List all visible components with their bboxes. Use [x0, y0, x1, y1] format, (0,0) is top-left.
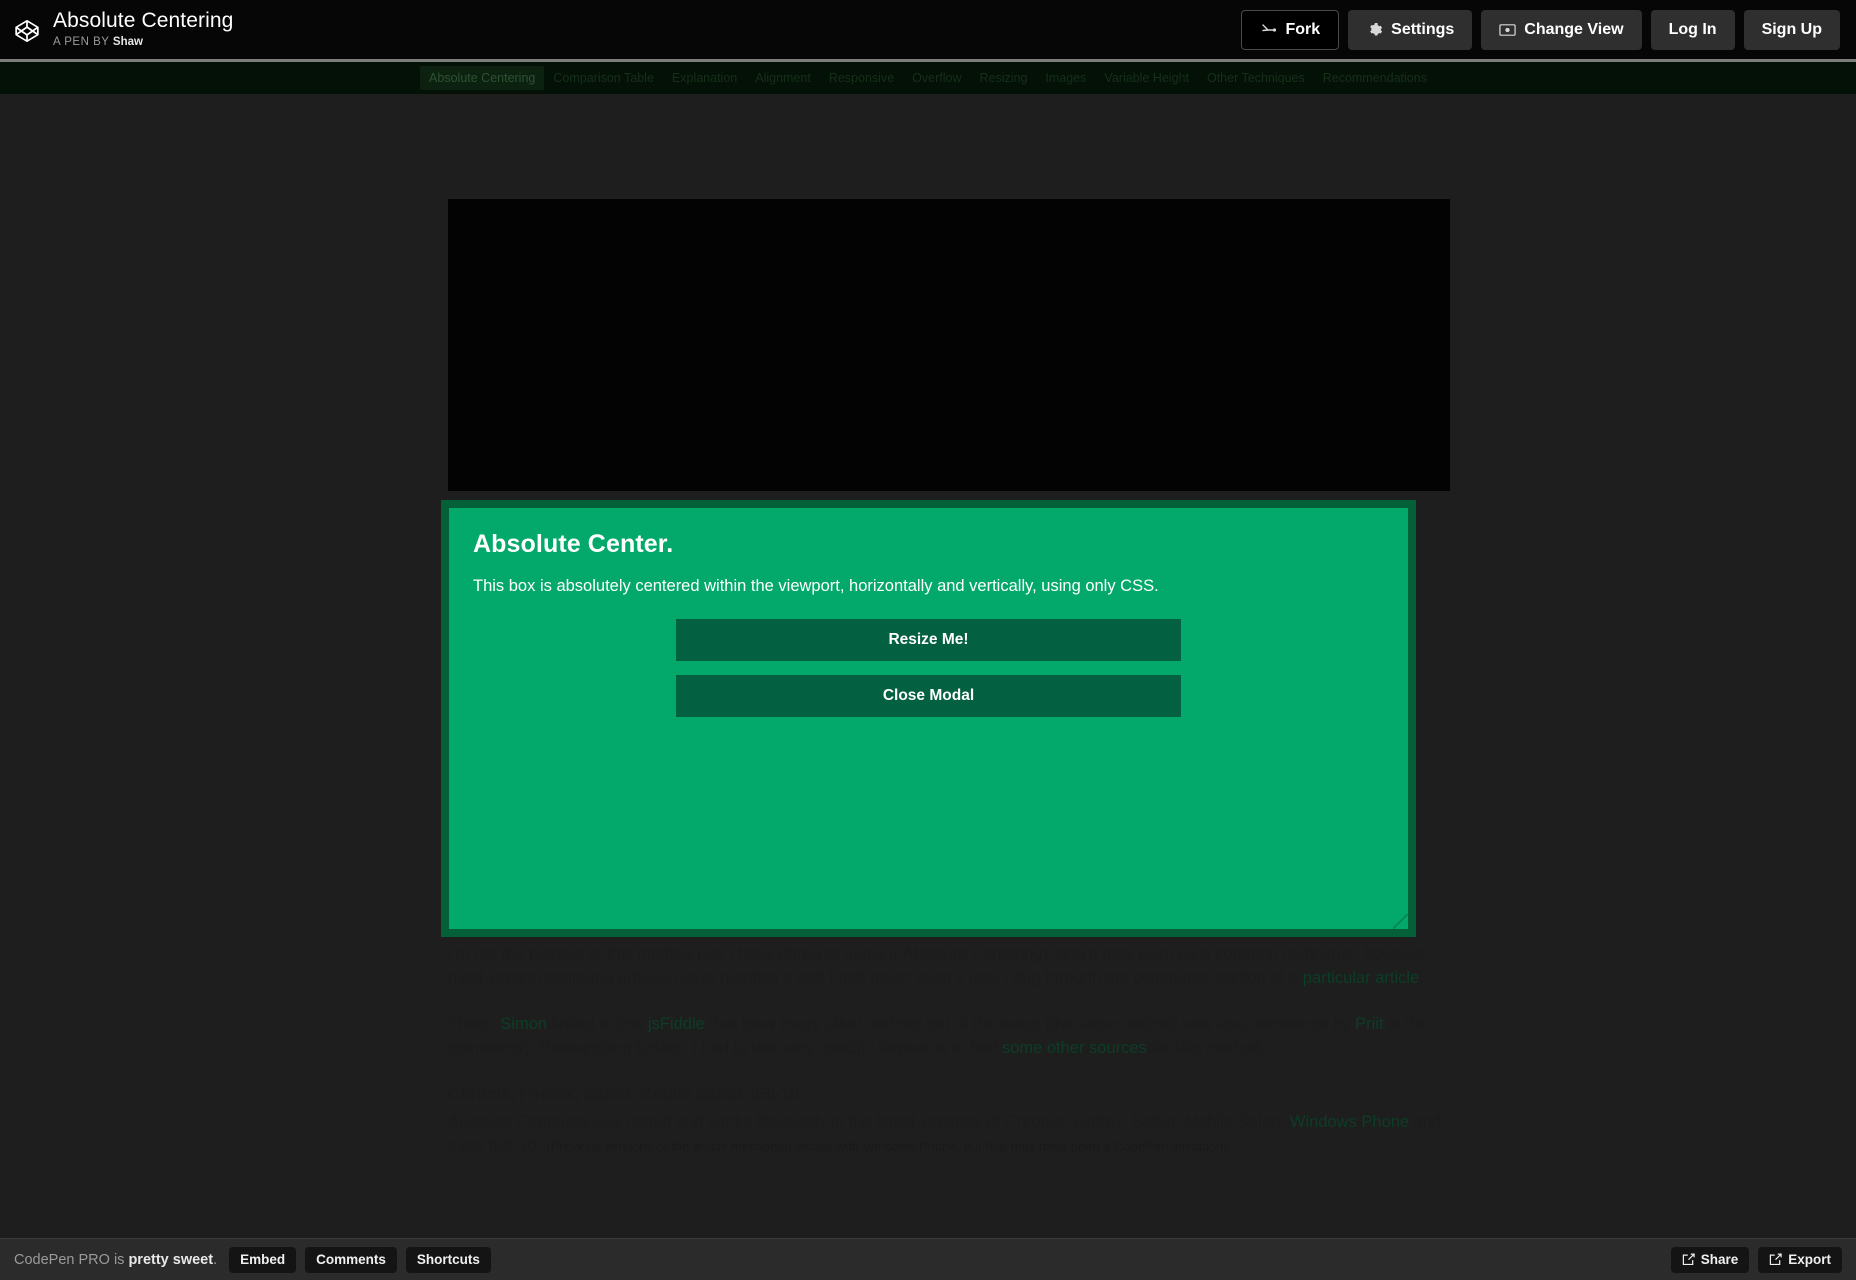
change-view-button-label: Change View — [1524, 20, 1624, 38]
p2-text-c: that blew every other method out of the … — [704, 1015, 1356, 1033]
pen-brand-text: Absolute Centering A PEN BY Shaw — [53, 9, 233, 50]
p2-text-b: linked to this — [547, 1015, 648, 1033]
shortcuts-button[interactable]: Shortcuts — [405, 1246, 491, 1273]
p1-text-c: . — [1419, 969, 1424, 987]
pen-byline-prefix: A PEN BY — [53, 36, 110, 48]
share-button-label: Share — [1700, 1252, 1739, 1267]
fork-icon — [1260, 21, 1277, 38]
share-icon — [1682, 1253, 1695, 1266]
pen-byline: A PEN BY Shaw — [53, 34, 233, 50]
pen-author-name[interactable]: Shaw — [113, 36, 143, 48]
particular-article-link[interactable]: particular article — [1303, 969, 1419, 987]
resize-handle[interactable] — [1393, 914, 1408, 929]
log-in-button[interactable]: Log In — [1650, 9, 1735, 50]
codepen-pen-page: Absolute Centering A PEN BY Shaw Fork Se… — [0, 0, 1856, 1280]
page-title: Absolute Centering — [53, 9, 234, 32]
top-header-bar: Absolute Centering A PEN BY Shaw Fork Se… — [0, 0, 1856, 59]
change-view-icon — [1499, 21, 1516, 38]
nav-item-recommendations[interactable]: Recommendations — [1314, 66, 1436, 90]
change-view-button[interactable]: Change View — [1481, 9, 1642, 50]
bottom-toolbar: CodePen PRO is pretty sweet. Embed Comme… — [0, 1238, 1856, 1280]
p1-text-a: I'm not the pioneer of this method (yet … — [448, 945, 903, 963]
nav-item-overflow[interactable]: Overflow — [903, 66, 970, 90]
priit-link[interactable]: Priit — [1355, 1015, 1383, 1033]
p2-text-a: There, — [448, 1015, 501, 1033]
export-icon — [1769, 1253, 1782, 1266]
nav-item-explanation[interactable]: Explanation — [663, 66, 746, 90]
nav-item-other-techniques[interactable]: Other Techniques — [1198, 66, 1314, 90]
settings-button[interactable]: Settings — [1348, 9, 1473, 50]
simon-link[interactable]: Simon — [500, 1015, 547, 1033]
p2-text-e: for this method. — [1146, 1039, 1266, 1057]
browser-support-paragraph: Absolute Centering was tested and works … — [448, 1110, 1448, 1159]
sign-up-button[interactable]: Sign Up — [1743, 9, 1840, 50]
other-sources-link[interactable]: some other sources — [1002, 1039, 1147, 1057]
article-paragraph-2: There, Simon linked to this jsFiddle tha… — [448, 1012, 1448, 1060]
nav-item-absolute-centering[interactable]: Absolute Centering — [420, 66, 545, 90]
absolute-center-modal: Absolute Center. This box is absolutely … — [449, 508, 1408, 929]
fork-button-label: Fork — [1285, 20, 1321, 38]
comments-button[interactable]: Comments — [305, 1246, 397, 1273]
support-footnote: (Previous versions of the article mentio… — [546, 1139, 1232, 1154]
nav-item-comparison-table[interactable]: Comparison Table — [544, 66, 663, 90]
resize-me-button[interactable]: Resize Me! — [676, 619, 1181, 661]
codepen-logo-icon[interactable] — [14, 18, 40, 44]
nav-item-variable-height[interactable]: Variable Height — [1095, 66, 1198, 90]
article-body: I'm not the pioneer of this method (yet … — [448, 942, 1448, 1159]
absolute-center-modal-frame[interactable]: Absolute Center. This box is absolutely … — [441, 500, 1416, 937]
browser-support-heading: Chrome, Firefox, Safari, Mobile Safari, … — [448, 1085, 804, 1103]
gear-icon — [1366, 21, 1383, 38]
promo-bold: pretty sweet — [128, 1251, 214, 1268]
nav-item-responsive[interactable]: Responsive — [820, 66, 903, 90]
modal-title: Absolute Center. — [473, 530, 674, 558]
pro-promo-text[interactable]: CodePen PRO is pretty sweet. — [14, 1252, 217, 1268]
header-actions: Fork Settings Change View Log In Sign Up — [1241, 9, 1840, 50]
fork-button[interactable]: Fork — [1241, 9, 1340, 50]
pen-brand: Absolute Centering A PEN BY Shaw — [14, 9, 233, 50]
nav-item-images[interactable]: Images — [1036, 66, 1095, 90]
export-button[interactable]: Export — [1758, 1246, 1842, 1273]
p1-emphasis: Absolute Centering — [902, 945, 1043, 963]
nav-item-alignment[interactable]: Alignment — [746, 66, 820, 90]
log-in-button-label: Log In — [1668, 20, 1717, 38]
article-paragraph-1: I'm not the pioneer of this method (yet … — [448, 942, 1448, 990]
windows-phone-link[interactable]: Windows Phone — [1290, 1113, 1409, 1131]
nav-item-resizing[interactable]: Resizing — [970, 66, 1036, 90]
jsfiddle-link[interactable]: jsFiddle — [648, 1015, 705, 1033]
hero-black-panel — [448, 199, 1450, 491]
promo-suffix: . — [213, 1251, 218, 1268]
promo-prefix: CodePen PRO is — [14, 1251, 129, 1268]
pen-preview-content: Absolute Center. This box is absolutely … — [0, 94, 1856, 1238]
modal-description: This box is absolutely centered within t… — [473, 577, 1159, 595]
embed-button[interactable]: Embed — [229, 1246, 297, 1273]
close-modal-button[interactable]: Close Modal — [676, 675, 1181, 717]
export-button-label: Export — [1788, 1252, 1831, 1267]
share-button[interactable]: Share — [1670, 1246, 1750, 1273]
settings-button-label: Settings — [1391, 20, 1455, 38]
pen-section-nav: Absolute Centering Comparison Table Expl… — [0, 62, 1856, 94]
sign-up-button-label: Sign Up — [1761, 20, 1822, 38]
support-text-a: Absolute Centering was tested and works … — [448, 1113, 1290, 1131]
